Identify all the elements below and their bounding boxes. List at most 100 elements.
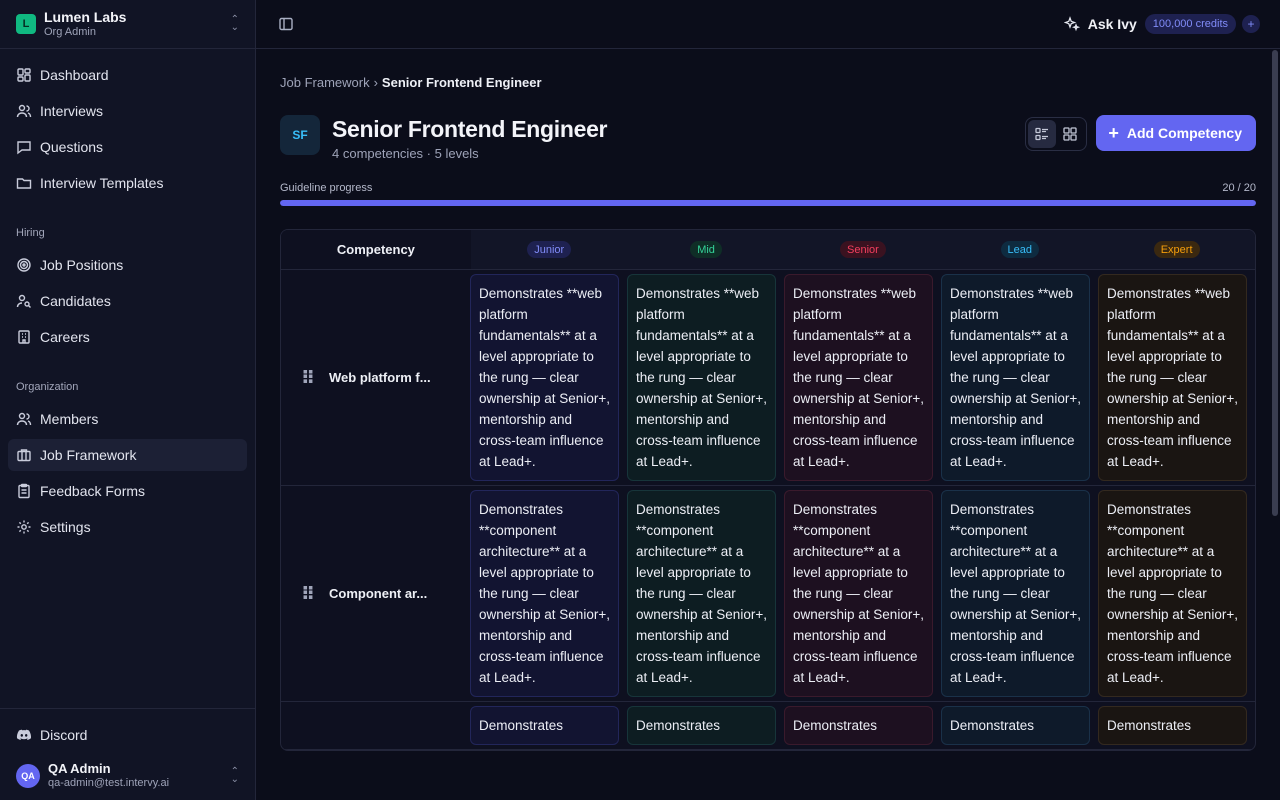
sidebar-item-label: Interview Templates <box>40 175 164 191</box>
sidebar-item-label: Members <box>40 411 99 427</box>
briefcase-icon <box>16 447 32 463</box>
competency-cell[interactable]: ⠿ Component ar... <box>281 486 466 701</box>
avatar: QA <box>16 763 40 788</box>
page-header: SF Senior Frontend Engineer 4 competenci… <box>280 115 1256 167</box>
competency-name: Web platform f... <box>329 370 431 385</box>
breadcrumb-parent[interactable]: Job Framework <box>280 75 370 90</box>
grid-view-button[interactable] <box>1056 120 1084 148</box>
guideline-cell-lead[interactable]: Demonstrates <box>941 706 1090 745</box>
guideline-cell-junior[interactable]: Demonstrates **component architecture** … <box>470 490 619 697</box>
sidebar-item-job-framework[interactable]: Job Framework <box>8 439 247 471</box>
sidebar-item-dashboard[interactable]: Dashboard <box>8 59 247 91</box>
page-content: Job Framework › Senior Frontend Engineer S… <box>256 49 1280 751</box>
drag-handle-icon[interactable]: ⠿ <box>301 369 315 387</box>
competency-row: ⠿ Web platform f... Demonstrates **web pla… <box>281 270 1255 486</box>
section-label-organization: Organization <box>16 381 79 393</box>
ask-ivy-label: Ask Ivy <box>1087 16 1137 32</box>
competency-cell[interactable]: ⠿ <box>281 702 466 749</box>
level-header-lead: Lead <box>941 230 1098 269</box>
nav-main: Dashboard Interviews Questions Interview… <box>0 49 255 199</box>
list-view-button[interactable] <box>1028 120 1057 148</box>
message-icon <box>16 139 32 155</box>
breadcrumb-current: Senior Frontend Engineer <box>381 75 542 90</box>
add-competency-label: Add Competency <box>1126 125 1242 141</box>
folder-icon <box>16 175 32 191</box>
guideline-cell-mid[interactable]: Demonstrates **component architecture** … <box>627 490 776 697</box>
sidebar-item-label: Interviews <box>40 103 104 119</box>
guideline-cell-senior[interactable]: Demonstrates **component architecture** … <box>784 490 933 697</box>
progress-bar <box>280 200 1256 206</box>
add-credits-button[interactable]: + <box>1242 15 1260 33</box>
sidebar-item-label: Dashboard <box>40 67 109 83</box>
level-header-expert: Expert <box>1098 230 1255 269</box>
guideline-cell-junior[interactable]: Demonstrates <box>470 706 619 745</box>
topbar: Ask Ivy 100,000 credits + <box>256 0 1280 49</box>
main-area: Ask Ivy 100,000 credits + Job Framework ›… <box>256 0 1280 800</box>
guideline-cell-expert[interactable]: Demonstrates <box>1098 706 1247 745</box>
sidebar: L Lumen Labs Org Admin ⌃ ⌄ Dashboard Inte… <box>0 0 256 800</box>
discord-label: Discord <box>40 727 88 743</box>
guideline-cell-expert[interactable]: Demonstrates **web platform fundamentals… <box>1098 274 1247 481</box>
discord-link[interactable]: Discord <box>8 719 247 751</box>
guideline-cell-lead[interactable]: Demonstrates **web platform fundamentals… <box>941 274 1090 481</box>
target-icon <box>16 257 32 273</box>
sparkles-icon <box>1063 16 1080 32</box>
org-switcher[interactable]: L Lumen Labs Org Admin ⌃ ⌄ <box>0 0 255 49</box>
guideline-cell-mid[interactable]: Demonstrates <box>627 706 776 745</box>
sidebar-item-label: Careers <box>40 329 90 345</box>
grid-view-icon <box>1063 127 1078 141</box>
sidebar-item-careers[interactable]: Careers <box>8 321 247 353</box>
progress-fill <box>280 200 1256 206</box>
guideline-cell-senior[interactable]: Demonstrates **web platform fundamentals… <box>784 274 933 481</box>
competency-name: Component ar... <box>329 586 428 601</box>
guideline-cell-senior[interactable]: Demonstrates <box>784 706 933 745</box>
sidebar-item-label: Questions <box>40 139 104 155</box>
drag-handle-icon[interactable]: ⠿ <box>301 585 315 603</box>
credits-badge: 100,000 credits <box>1144 14 1236 34</box>
sidebar-item-settings[interactable]: Settings <box>8 511 247 543</box>
user-search-icon <box>16 293 32 309</box>
chevrons-up-down-icon: ⌃ ⌄ <box>230 14 239 33</box>
guideline-cell-junior[interactable]: Demonstrates **web platform fundamentals… <box>470 274 619 481</box>
view-toggle <box>1025 117 1088 151</box>
scrollbar[interactable] <box>1272 50 1278 516</box>
level-header-junior: Junior <box>471 230 628 269</box>
sidebar-item-members[interactable]: Members <box>8 403 247 435</box>
sidebar-toggle-icon[interactable] <box>278 16 294 32</box>
discord-icon <box>16 727 32 743</box>
sidebar-item-label: Candidates <box>40 293 111 309</box>
page-subtitle: 4 competencies · 5 levels <box>332 146 479 161</box>
role-badge: SF <box>280 115 320 155</box>
users-icon <box>16 411 32 427</box>
building-icon <box>16 329 32 345</box>
clipboard-icon <box>16 483 32 499</box>
guideline-cell-expert[interactable]: Demonstrates **component architecture** … <box>1098 490 1247 697</box>
users-icon <box>16 103 32 119</box>
sidebar-item-interviews[interactable]: Interviews <box>8 95 247 127</box>
sidebar-footer: Discord QA QA Admin qa-admin@test.interv… <box>0 708 255 800</box>
sidebar-item-candidates[interactable]: Candidates <box>8 285 247 317</box>
org-name: Lumen Labs <box>44 9 127 25</box>
level-header-mid: Mid <box>628 230 785 269</box>
ask-ivy-button[interactable]: Ask Ivy <box>1063 16 1137 32</box>
competency-cell[interactable]: ⠿ Web platform f... <box>281 270 466 485</box>
sidebar-item-label: Job Framework <box>40 447 137 463</box>
level-badge: Junior <box>527 241 572 258</box>
sidebar-item-job-positions[interactable]: Job Positions <box>8 249 247 281</box>
user-name: QA Admin <box>48 761 111 776</box>
plus-icon: + <box>1108 123 1119 143</box>
sidebar-item-label: Settings <box>40 519 91 535</box>
level-header-senior: Senior <box>785 230 942 269</box>
sidebar-item-questions[interactable]: Questions <box>8 131 247 163</box>
sidebar-item-label: Job Positions <box>40 257 124 273</box>
guideline-cell-mid[interactable]: Demonstrates **web platform fundamentals… <box>627 274 776 481</box>
user-email: qa-admin@test.intervy.ai <box>48 777 170 789</box>
add-competency-button[interactable]: + Add Competency <box>1096 115 1256 151</box>
level-badge: Lead <box>1000 241 1039 258</box>
sidebar-item-feedback-forms[interactable]: Feedback Forms <box>8 475 247 507</box>
sidebar-item-interview-templates[interactable]: Interview Templates <box>8 167 247 199</box>
org-logo: L <box>16 14 36 34</box>
guideline-cell-lead[interactable]: Demonstrates **component architecture** … <box>941 490 1090 697</box>
section-label-hiring: Hiring <box>16 227 45 239</box>
user-menu[interactable]: QA QA Admin qa-admin@test.intervy.ai ⌃ ⌄ <box>8 761 247 790</box>
